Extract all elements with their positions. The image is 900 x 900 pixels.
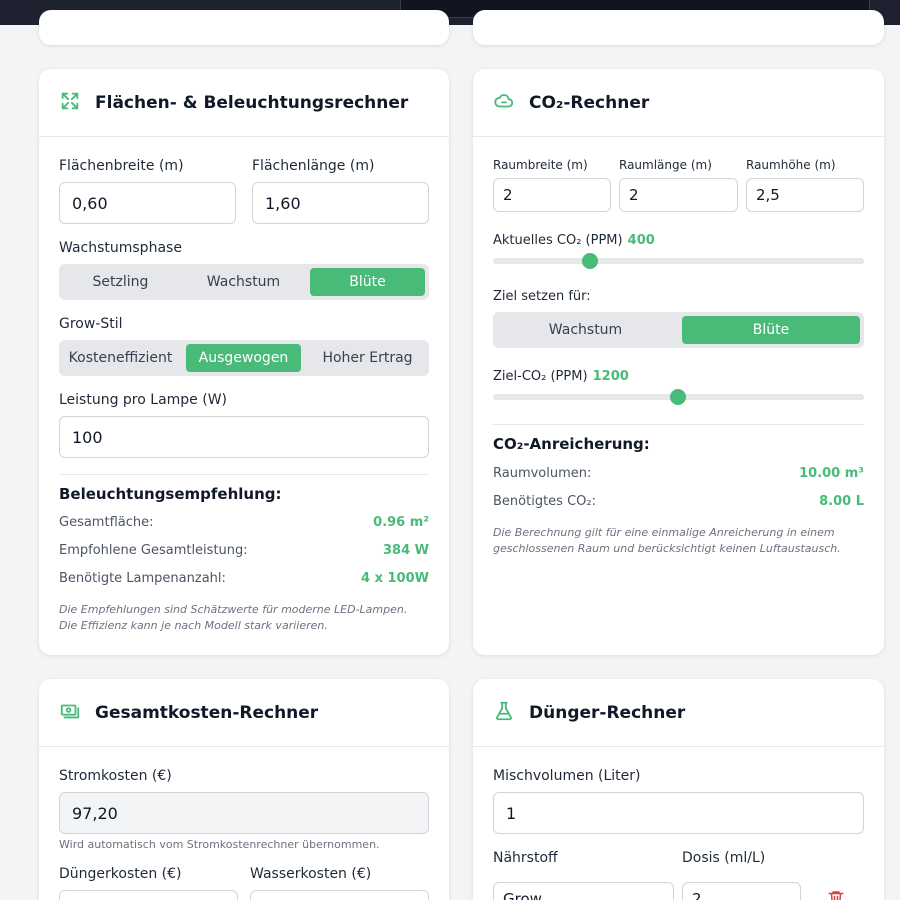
result-total-power-label: Empfohlene Gesamtleistung: [59,543,248,558]
target-option-bloom[interactable]: Blüte [682,316,860,344]
required-co2-value: 8.00 L [819,494,864,509]
lighting-note: Die Empfehlungen sind Schätzwerte für mo… [59,603,408,632]
power-cost-hint: Wird automatisch vom Stromkostenrechner … [59,838,380,851]
room-volume-value: 10.00 m³ [799,466,864,481]
mix-volume-input[interactable]: 1 [493,792,864,834]
area-length-input[interactable]: 1,60 [252,182,429,224]
area-width-input[interactable]: 0,60 [59,182,236,224]
lighting-card-title: Flächen- & Beleuchtungsrechner [95,92,409,113]
dose-input[interactable]: 2 [682,882,801,900]
result-total-area-value: 0.96 m² [373,515,429,530]
power-cost-input[interactable]: 97,20 [59,792,429,834]
water-cost-input[interactable] [250,890,429,900]
co2-divider [493,424,864,425]
lighting-card-header: Flächen- & Beleuchtungsrechner [39,69,449,137]
result-total-power-value: 384 W [382,543,429,558]
current-co2-slider[interactable] [493,258,864,264]
current-co2-value: 400 [627,233,655,248]
money-icon [59,700,95,726]
style-option-cost-efficient[interactable]: Kosteneffizient [63,344,178,372]
fertilizer-card-title: Dünger-Rechner [529,702,686,723]
result-total-area-label: Gesamtfläche: [59,515,154,530]
room-length-input[interactable]: 2 [619,178,738,212]
room-width-label: Raumbreite (m) [493,158,588,172]
fertilizer-card-header: Dünger-Rechner [473,679,884,747]
style-option-balanced[interactable]: Ausgewogen [186,344,301,372]
co2-card-header: CO₂-Rechner [473,69,884,137]
co2-card-title: CO₂-Rechner [529,92,650,113]
room-volume-label: Raumvolumen: [493,466,592,481]
grow-style-selector: Kosteneffizient Ausgewogen Hoher Ertrag [59,340,429,376]
cost-card-title: Gesamtkosten-Rechner [95,702,319,723]
target-co2-header: Ziel-CO₂ (PPM) 1200 [493,365,629,384]
target-phase-selector: Wachstum Blüte [493,312,864,348]
target-co2-label: Ziel-CO₂ (PPM) [493,369,588,384]
previous-card-right [473,10,884,45]
co2-note: Die Berechnung gilt für eine einmalige A… [493,526,841,555]
room-height-label: Raumhöhe (m) [746,158,836,172]
dose-label: Dosis (ml/L) [682,850,766,866]
lighting-divider [59,474,429,475]
mix-volume-label: Mischvolumen (Liter) [493,768,641,784]
grow-style-label: Grow-Stil [59,316,123,332]
water-cost-label: Wasserkosten (€) [250,866,372,882]
phase-option-seedling[interactable]: Setzling [63,268,178,296]
current-co2-header: Aktuelles CO₂ (PPM) 400 [493,229,655,248]
lamp-power-input[interactable]: 100 [59,416,429,458]
lighting-calculator-card: Flächen- & Beleuchtungsrechner Flächenbr… [39,69,449,655]
nutrient-label: Nährstoff [493,850,558,866]
current-co2-slider-thumb[interactable] [582,253,598,269]
fertilizer-cost-input[interactable] [59,890,238,900]
cloud-icon [493,90,529,116]
current-co2-label: Aktuelles CO₂ (PPM) [493,233,623,248]
co2-calculator-card: CO₂-Rechner Raumbreite (m) 2 Raumlänge (… [473,69,884,655]
target-for-label: Ziel setzen für: [493,289,591,304]
nutrient-input[interactable]: Grow [493,882,674,900]
required-co2-label: Benötigtes CO₂: [493,494,596,509]
phase-option-growth[interactable]: Wachstum [186,268,301,296]
phase-option-bloom[interactable]: Blüte [310,268,425,296]
result-lamp-count-label: Benötigte Lampenanzahl: [59,571,226,586]
flask-icon [493,700,529,726]
co2-result-title: CO₂-Anreicherung: [493,435,650,453]
target-option-growth[interactable]: Wachstum [497,316,674,344]
growth-phase-selector: Setzling Wachstum Blüte [59,264,429,300]
style-option-high-yield[interactable]: Hoher Ertrag [310,344,425,372]
growth-phase-label: Wachstumsphase [59,240,182,256]
room-height-input[interactable]: 2,5 [746,178,864,212]
cost-card-header: Gesamtkosten-Rechner [39,679,449,747]
room-length-label: Raumlänge (m) [619,158,712,172]
power-cost-label: Stromkosten (€) [59,768,172,784]
lamp-power-label: Leistung pro Lampe (W) [59,392,228,408]
expand-icon [59,90,95,116]
area-length-label: Flächenlänge (m) [252,158,375,174]
trash-icon[interactable] [827,889,845,900]
room-width-input[interactable]: 2 [493,178,611,212]
lighting-result-title: Beleuchtungsempfehlung: [59,485,282,503]
target-co2-slider-thumb[interactable] [670,389,686,405]
area-width-label: Flächenbreite (m) [59,158,184,174]
previous-card-left [39,10,449,45]
fertilizer-cost-label: Düngerkosten (€) [59,866,182,882]
fertilizer-calculator-card: Dünger-Rechner Mischvolumen (Liter) 1 Nä… [473,679,884,900]
total-cost-calculator-card: Gesamtkosten-Rechner Stromkosten (€) 97,… [39,679,449,900]
result-lamp-count-value: 4 x 100W [361,571,429,586]
target-co2-value: 1200 [592,369,629,384]
